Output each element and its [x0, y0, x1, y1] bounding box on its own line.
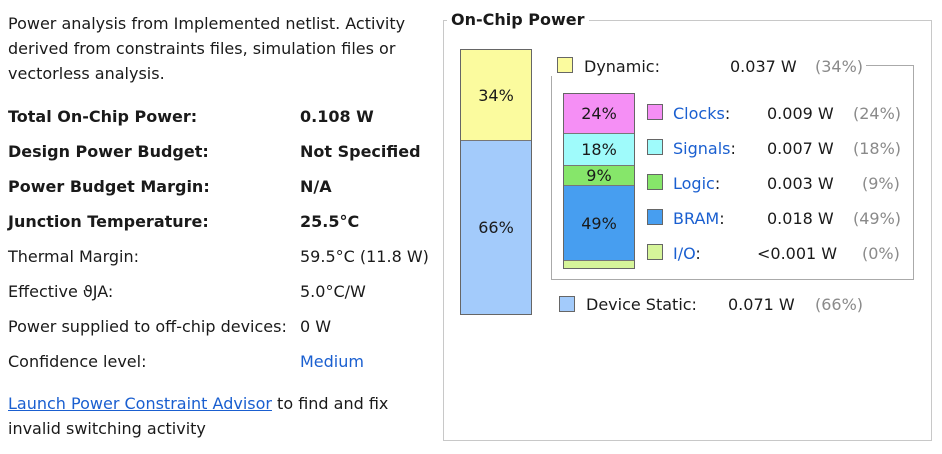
total-power-label: Total On-Chip Power:	[8, 107, 198, 126]
launch-power-constraint-advisor-link[interactable]: Launch Power Constraint Advisor	[8, 394, 272, 413]
dynamic-bracket-top	[866, 65, 914, 66]
logic-pct: (9%)	[862, 174, 900, 193]
off-chip-power-value: 0 W	[300, 317, 332, 336]
summary-row-budget-margin: Power Budget Margin: N/A	[8, 177, 438, 207]
device-static-label: Device Static:	[586, 295, 697, 314]
power-budget-label: Design Power Budget:	[8, 142, 209, 161]
clocks-bar-pct: 24%	[581, 104, 617, 123]
logic-value: 0.003 W	[767, 174, 834, 193]
signals-swatch	[647, 139, 663, 155]
junction-temp-value: 25.5°C	[300, 212, 360, 231]
clocks-swatch	[647, 104, 663, 120]
io-item: I/O:	[673, 244, 701, 263]
on-chip-power-title: On-Chip Power	[447, 10, 589, 29]
bram-link[interactable]: BRAM	[673, 209, 719, 228]
junction-temp-label: Junction Temperature:	[8, 212, 209, 231]
bram-value: 0.018 W	[767, 209, 834, 228]
dynamic-stacked-bar: 24% 18% 9% 49%	[563, 93, 635, 269]
dynamic-value: 0.037 W	[730, 57, 797, 76]
off-chip-power-label: Power supplied to off-chip devices:	[8, 317, 287, 336]
summary-row-off-chip-power: Power supplied to off-chip devices: 0 W	[8, 317, 438, 347]
logic-bar-pct: 9%	[586, 166, 612, 185]
signals-pct: (18%)	[853, 139, 902, 158]
power-analysis-description: Power analysis from Implemented netlist.…	[8, 14, 406, 83]
signals-bar-pct: 18%	[581, 140, 617, 159]
effective-theta-ja-value: 5.0°C/W	[300, 282, 366, 301]
logic-swatch	[647, 174, 663, 190]
total-power-stacked-bar: 34% 66%	[460, 49, 532, 315]
summary-row-confidence: Confidence level: Medium	[8, 352, 438, 382]
logic-link[interactable]: Logic	[673, 174, 715, 193]
bar-segment-signals: 18%	[564, 134, 634, 166]
bar-segment-clocks: 24%	[564, 94, 634, 134]
thermal-margin-label: Thermal Margin:	[8, 247, 140, 266]
clocks-value: 0.009 W	[767, 104, 834, 123]
signals-link[interactable]: Signals	[673, 139, 730, 158]
io-value: <0.001 W	[757, 244, 838, 263]
bar-segment-logic: 9%	[564, 166, 634, 186]
budget-margin-label: Power Budget Margin:	[8, 177, 210, 196]
summary-row-power-budget: Design Power Budget: Not Specified	[8, 142, 438, 172]
bram-swatch	[647, 209, 663, 225]
summary-row-thermal-margin: Thermal Margin: 59.5°C (11.8 W)	[8, 247, 438, 277]
logic-item: Logic:	[673, 174, 721, 193]
io-swatch	[647, 244, 663, 260]
bar-segment-bram: 49%	[564, 186, 634, 261]
total-power-value: 0.108 W	[300, 107, 374, 126]
bar-segment-static: 66%	[461, 141, 531, 314]
bram-item: BRAM:	[673, 209, 725, 228]
dynamic-pct: (34%)	[815, 57, 864, 76]
clocks-link[interactable]: Clocks	[673, 104, 725, 123]
static-bar-pct: 66%	[478, 218, 514, 237]
thermal-margin-value: 59.5°C (11.8 W)	[300, 247, 429, 266]
bram-bar-pct: 49%	[581, 213, 617, 233]
confidence-level-link[interactable]: Medium	[300, 352, 364, 371]
budget-margin-value: N/A	[300, 177, 332, 196]
bram-pct: (49%)	[853, 209, 902, 228]
dynamic-swatch	[557, 57, 573, 73]
dynamic-label: Dynamic:	[584, 57, 660, 76]
device-static-swatch	[559, 296, 575, 312]
io-link[interactable]: I/O	[673, 244, 695, 263]
confidence-level-label: Confidence level:	[8, 352, 147, 371]
clocks-pct: (24%)	[853, 104, 902, 123]
power-budget-value: Not Specified	[300, 142, 421, 161]
bar-segment-io	[564, 261, 634, 268]
summary-row-junction-temp: Junction Temperature: 25.5°C	[8, 212, 438, 242]
dynamic-bar-pct: 34%	[478, 85, 514, 105]
device-static-pct: (66%)	[815, 295, 864, 314]
io-pct: (0%)	[862, 244, 900, 263]
summary-row-effective-theta-ja: Effective ϑJA: 5.0°C/W	[8, 282, 438, 312]
bar-segment-dynamic: 34%	[461, 50, 531, 141]
device-static-value: 0.071 W	[728, 295, 795, 314]
summary-row-total-power: Total On-Chip Power: 0.108 W	[8, 107, 438, 137]
signals-item: Signals:	[673, 139, 736, 158]
signals-value: 0.007 W	[767, 139, 834, 158]
clocks-item: Clocks:	[673, 104, 731, 123]
advisor-note: Launch Power Constraint Advisor to find …	[8, 391, 428, 441]
effective-theta-ja-label: Effective ϑJA:	[8, 282, 114, 301]
